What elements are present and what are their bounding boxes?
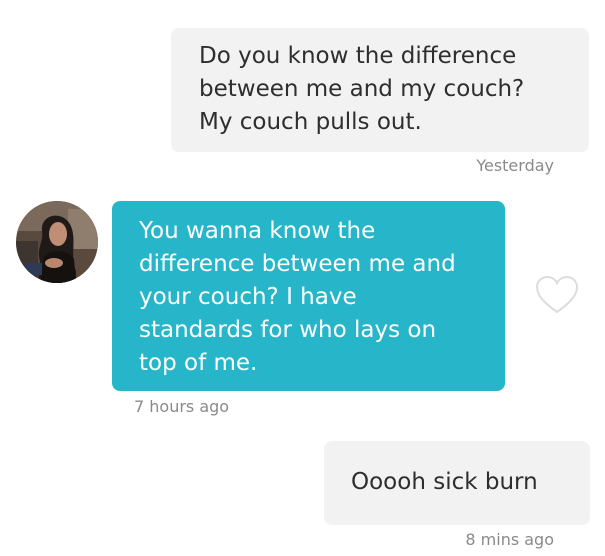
message-timestamp: Yesterday xyxy=(476,156,554,175)
message-timestamp: 8 mins ago xyxy=(465,530,554,549)
incoming-message: You wanna know the difference between me… xyxy=(112,201,505,391)
avatar[interactable] xyxy=(16,201,98,283)
outgoing-message: Do you know the difference between me an… xyxy=(171,28,589,152)
outgoing-message: Ooooh sick burn xyxy=(324,441,590,525)
heart-icon[interactable] xyxy=(535,275,579,315)
profile-photo xyxy=(16,201,98,283)
message-timestamp: 7 hours ago xyxy=(134,397,230,416)
